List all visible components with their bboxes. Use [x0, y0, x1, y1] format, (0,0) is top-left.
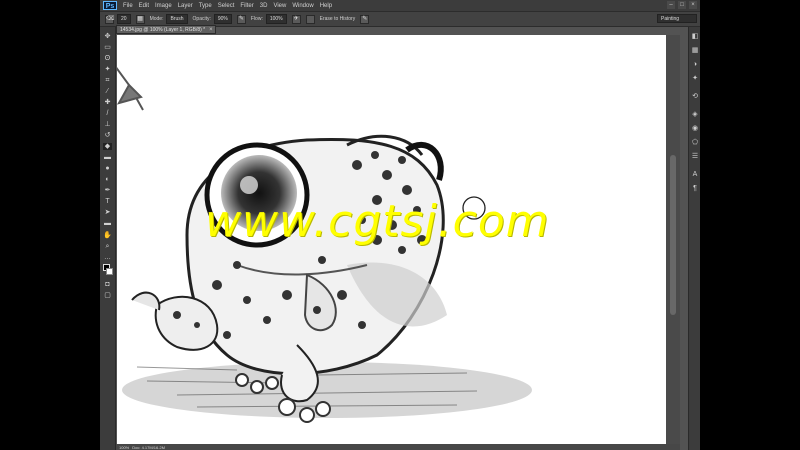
quick-select-icon[interactable]: ✦: [103, 66, 112, 73]
adjustments-icon[interactable]: ◑: [691, 61, 699, 69]
paragraph-icon[interactable]: ¶: [691, 185, 699, 193]
opacity-field[interactable]: 90%: [213, 14, 232, 24]
channels-icon[interactable]: ◉: [691, 125, 699, 133]
quick-mask-icon[interactable]: ◘: [103, 281, 112, 288]
menu-layer[interactable]: Layer: [178, 3, 193, 9]
history-brush-icon[interactable]: ↺: [103, 132, 112, 139]
flow-field[interactable]: 100%: [265, 14, 287, 24]
flow-label: Flow:: [250, 16, 263, 22]
gradient-icon[interactable]: ▬: [103, 154, 112, 161]
eraser-icon[interactable]: ◆: [103, 143, 112, 150]
zoom-icon[interactable]: ⌕: [103, 243, 112, 250]
photoshop-logo: Ps: [103, 1, 117, 10]
path-select-icon[interactable]: ➤: [103, 209, 112, 216]
dodge-icon[interactable]: ◐: [103, 176, 112, 183]
healing-icon[interactable]: ✚: [103, 99, 112, 106]
menu-type[interactable]: Type: [199, 3, 212, 9]
menu-3d[interactable]: 3D: [260, 3, 268, 9]
crop-icon[interactable]: ⌗: [103, 77, 112, 84]
erase-to-history-checkbox[interactable]: [305, 14, 315, 24]
type-icon[interactable]: T: [103, 198, 112, 205]
mode-select[interactable]: Brush: [166, 14, 188, 24]
eraser-tool-preset-icon[interactable]: ⌫: [105, 14, 114, 24]
blur-icon[interactable]: ●: [103, 165, 112, 172]
pressure-opacity-icon[interactable]: ✎: [236, 14, 246, 24]
toolbox: ✥ ▭ ʘ ✦ ⌗ ⁄ ✚ / ⊥ ↺ ◆ ▬ ● ◐ ✒ T ➤ ▬ ✋ ⌕ …: [100, 27, 116, 450]
menu-bar: Ps File Edit Image Layer Type Select Fil…: [100, 0, 700, 11]
menu-view[interactable]: View: [273, 3, 286, 9]
maximize-button[interactable]: □: [678, 1, 686, 9]
opacity-label: Opacity:: [192, 16, 211, 22]
collapsed-panels: ◧ ▦ ◑ ✦ ⟲ ◈ ◉ ⬠ ☰ A ¶: [688, 27, 700, 450]
window-controls: – □ ×: [667, 1, 697, 9]
eyedropper-icon[interactable]: ⁄: [103, 88, 112, 95]
brush-stroke-arrow: [117, 66, 144, 111]
stamp-icon[interactable]: ⊥: [103, 121, 112, 128]
more-tools-icon[interactable]: …: [103, 254, 112, 261]
menu-help[interactable]: Help: [320, 3, 332, 9]
menu-window[interactable]: Window: [292, 3, 313, 9]
menu-filter[interactable]: Filter: [240, 3, 253, 9]
shape-icon[interactable]: ▬: [103, 220, 112, 227]
close-button[interactable]: ×: [689, 1, 697, 9]
menu-edit[interactable]: Edit: [139, 3, 149, 9]
brush-icon[interactable]: /: [103, 110, 112, 117]
airbrush-icon[interactable]: ✈: [291, 14, 301, 24]
document-info: Doc: 4.17M/16.2M: [132, 444, 165, 450]
history-icon[interactable]: ⟲: [691, 93, 699, 101]
properties-icon[interactable]: ☰: [691, 153, 699, 161]
workspace-select[interactable]: Painting: [657, 14, 697, 23]
menu-select[interactable]: Select: [218, 3, 235, 9]
background-color-swatch[interactable]: [106, 268, 113, 275]
swatches-icon[interactable]: ▦: [691, 47, 699, 55]
character-icon[interactable]: A: [691, 171, 699, 179]
layers-icon[interactable]: ◈: [691, 111, 699, 119]
move-icon[interactable]: ✥: [103, 33, 112, 40]
vertical-scrollbar[interactable]: [666, 35, 680, 444]
menu-file[interactable]: File: [123, 3, 133, 9]
pen-icon[interactable]: ✒: [103, 187, 112, 194]
color-panel-icon[interactable]: ◧: [691, 33, 699, 41]
menu-image[interactable]: Image: [155, 3, 172, 9]
erase-to-history-label: Erase to History: [319, 16, 356, 22]
close-tab-icon[interactable]: ×: [209, 27, 213, 33]
document-tab[interactable]: 14534.jpg @ 100% (Layer 1, RGB/8) * ×: [116, 25, 216, 34]
hand-icon[interactable]: ✋: [103, 232, 112, 239]
brush-size-picker[interactable]: 20: [117, 14, 131, 24]
paths-icon[interactable]: ⬠: [691, 139, 699, 147]
scrollbar-thumb[interactable]: [670, 155, 676, 315]
pressure-size-icon[interactable]: ✎: [360, 14, 370, 24]
minimize-button[interactable]: –: [667, 1, 675, 9]
screen-mode-icon[interactable]: ▢: [103, 292, 112, 299]
marquee-icon[interactable]: ▭: [103, 44, 112, 51]
document-tab-title: 14534.jpg @ 100% (Layer 1, RGB/8) *: [120, 26, 206, 33]
zoom-level[interactable]: 100%: [119, 445, 129, 450]
styles-icon[interactable]: ✦: [691, 75, 699, 83]
brush-panel-toggle-icon[interactable]: ▦: [135, 14, 145, 24]
status-bar: 100% Doc: 4.17M/16.2M: [116, 444, 680, 450]
lasso-icon[interactable]: ʘ: [103, 55, 112, 62]
mode-label: Mode:: [149, 16, 164, 22]
watermark-text: www.cgtsj.com: [205, 196, 550, 247]
